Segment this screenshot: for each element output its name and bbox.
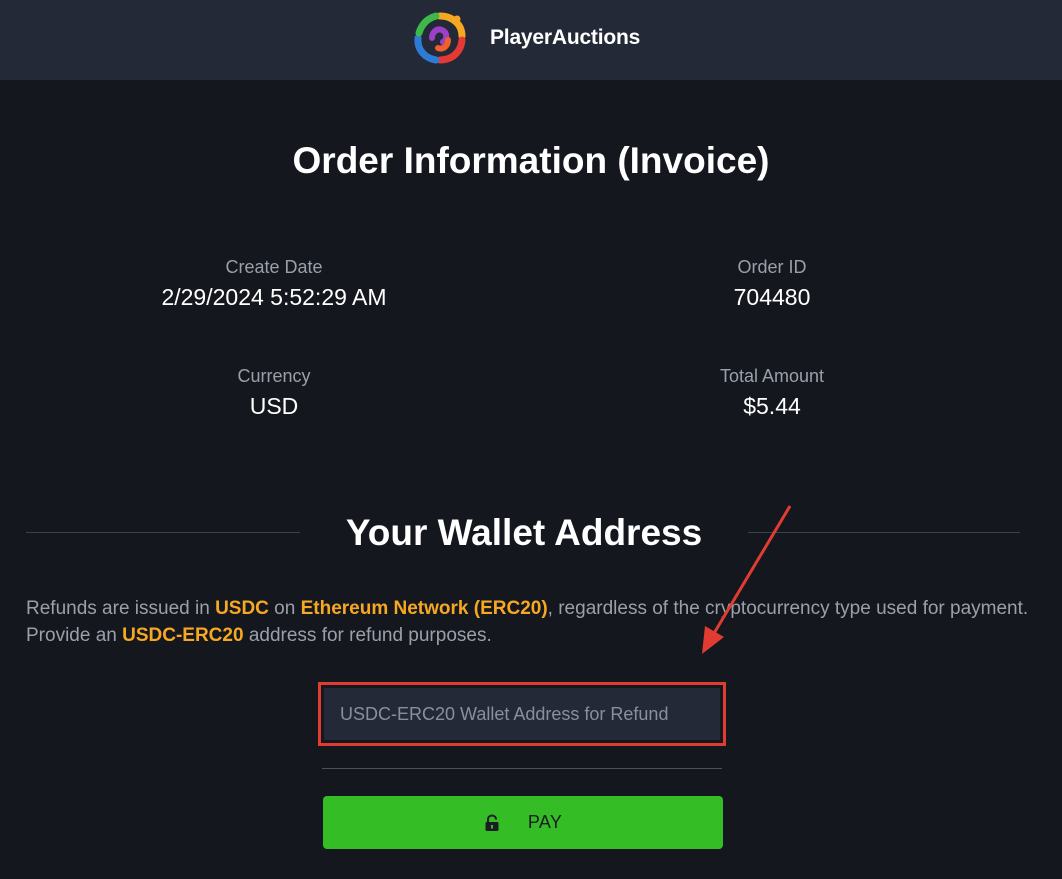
currency-label: Currency <box>237 366 311 386</box>
create-date-label: Create Date <box>225 257 323 277</box>
page-title: Order Information (Invoice) <box>292 140 770 181</box>
order-id-value: 704480 <box>733 284 811 310</box>
brand-name: PlayerAuctions <box>490 26 641 49</box>
total-amount-value: $5.44 <box>743 393 801 419</box>
lock-icon <box>485 813 499 831</box>
total-amount-label: Total Amount <box>719 366 825 386</box>
refund-note-text: Refunds are issued in <box>26 598 216 619</box>
create-date-block: Create Date 2/29/2024 5:52:29 AM <box>94 256 454 314</box>
refund-note-text: on <box>268 598 301 619</box>
pay-button[interactable]: PAY <box>323 796 723 849</box>
section-divider-right <box>748 532 1020 533</box>
refund-token-highlight: USDC <box>215 598 269 619</box>
section-divider-left <box>26 532 300 533</box>
total-amount-block: Total Amount $5.44 <box>592 365 952 423</box>
refund-address-type-highlight: USDC-ERC20 <box>122 625 244 646</box>
order-id-label: Order ID <box>737 257 807 277</box>
create-date-value: 2/29/2024 5:52:29 AM <box>161 284 387 310</box>
brand-link[interactable]: PlayerAuctions <box>412 10 640 66</box>
refund-note: Refunds are issued in USDC on Ethereum N… <box>26 595 1036 649</box>
order-id-block: Order ID 704480 <box>592 256 952 314</box>
refund-network-highlight: Ethereum Network (ERC20) <box>300 598 548 619</box>
top-header: PlayerAuctions <box>0 0 1062 80</box>
refund-note-text: address for refund purposes. <box>243 625 492 646</box>
currency-value: USD <box>249 393 299 419</box>
field-divider <box>322 768 722 769</box>
pay-button-label: PAY <box>527 812 563 832</box>
currency-block: Currency USD <box>94 365 454 423</box>
wallet-section-title: Your Wallet Address <box>345 512 703 553</box>
playerauctions-logo-icon <box>414 12 466 64</box>
wallet-address-input[interactable] <box>324 688 720 740</box>
annotation-arrow <box>702 505 792 654</box>
